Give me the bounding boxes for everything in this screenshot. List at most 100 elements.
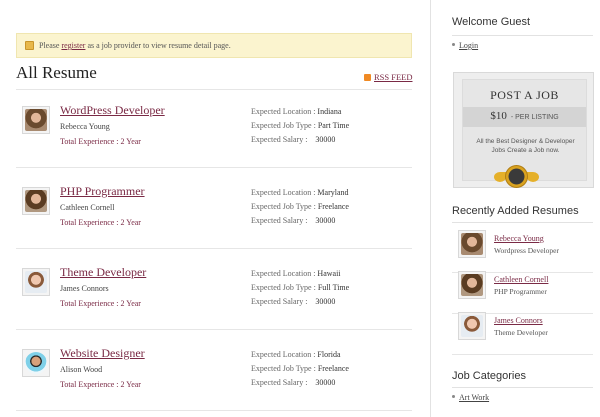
post-a-job-text: All the Best Designer & Developer Jobs C… (476, 138, 575, 154)
expected-location-value: Maryland (317, 188, 349, 197)
category-label: Art Work (459, 393, 490, 402)
expected-job-type: Expected Job Type : Full Time (251, 283, 349, 292)
avatar-photo (25, 271, 47, 293)
expected-salary: Expected Salary : 30000 (251, 378, 335, 387)
expected-location-label: Expected Location : (251, 188, 316, 197)
avatar[interactable] (458, 312, 486, 340)
expected-location: Expected Location : Hawaii (251, 269, 341, 278)
avatar[interactable] (22, 349, 50, 377)
expected-location-label: Expected Location : (251, 350, 316, 359)
welcome-heading: Welcome Guest (452, 16, 531, 28)
register-link[interactable]: register (61, 41, 85, 50)
expected-location-value: Florida (317, 350, 341, 359)
sidebar-divider (452, 387, 593, 388)
expected-salary: Expected Salary : 30000 (251, 135, 335, 144)
expected-location-value: Hawaii (317, 269, 341, 278)
category-link[interactable]: Art Work (452, 393, 489, 402)
job-categories-heading: Job Categories (452, 370, 526, 382)
expected-salary: Expected Salary : 30000 (251, 297, 335, 306)
sidebar: Welcome Guest Login POST A JOB $10- PER … (431, 0, 600, 417)
notice-suffix: as a job provider to view resume detail … (85, 41, 231, 50)
expected-salary-label: Expected Salary : (251, 216, 308, 225)
resume-row: WordPress Developer Rebecca Young Total … (16, 90, 412, 168)
login-link[interactable]: Login (452, 41, 478, 50)
expected-salary-value: 30000 (315, 378, 336, 387)
recent-resume-item: James Connors Theme Developer (452, 311, 593, 355)
avatar[interactable] (22, 187, 50, 215)
resume-experience: Total Experience : 2 Year (60, 299, 141, 308)
expected-location-value: Indiana (317, 107, 342, 116)
recent-resume-job: Theme Developer (494, 328, 548, 337)
expected-job-type-label: Expected Job Type : (251, 283, 316, 292)
resume-row: Theme Developer James Connors Total Expe… (16, 252, 412, 330)
avatar-photo (25, 352, 47, 374)
seal-wing-right (527, 172, 539, 182)
recent-resumes-heading: Recently Added Resumes (452, 205, 579, 217)
recent-resume-name-link[interactable]: Cathleen Cornell (494, 275, 548, 284)
resume-row: PHP Programmer Cathleen Cornell Total Ex… (16, 171, 412, 249)
price-value: $10 (490, 110, 507, 122)
resume-person-name: James Connors (60, 284, 109, 293)
seal-medal (505, 165, 528, 188)
recent-resume-job: Wordpress Developer (494, 246, 559, 255)
resume-title-link[interactable]: WordPress Developer (60, 103, 165, 118)
price-band: $10- PER LISTING (463, 107, 586, 127)
avatar[interactable] (22, 106, 50, 134)
bullet-icon (452, 395, 455, 398)
notice-bar: Please register as a job provider to vie… (16, 33, 412, 58)
price-unit: - PER LISTING (510, 114, 559, 121)
expected-salary-value: 30000 (315, 297, 336, 306)
resume-title-link[interactable]: Website Designer (60, 346, 145, 361)
resume-row: Website Designer Alison Wood Total Exper… (16, 333, 412, 411)
gold-medal-badge-icon (494, 165, 539, 189)
avatar[interactable] (458, 230, 486, 258)
expected-location: Expected Location : Florida (251, 350, 341, 359)
expected-job-type: Expected Job Type : Part Time (251, 121, 349, 130)
post-a-job-box[interactable]: POST A JOB $10- PER LISTING All the Best… (453, 72, 594, 188)
avatar[interactable] (458, 271, 486, 299)
expected-salary-label: Expected Salary : (251, 378, 308, 387)
note-icon (25, 41, 34, 50)
expected-job-type-label: Expected Job Type : (251, 121, 316, 130)
expected-job-type-value: Part Time (317, 121, 350, 130)
sidebar-divider (452, 35, 593, 36)
resume-person-name: Rebecca Young (60, 122, 110, 131)
post-a-job-title: POST A JOB (490, 88, 559, 102)
recent-resume-name-link[interactable]: Rebecca Young (494, 234, 544, 243)
avatar-photo (461, 233, 483, 255)
expected-location-label: Expected Location : (251, 107, 316, 116)
expected-job-type: Expected Job Type : Freelance (251, 364, 349, 373)
expected-salary-value: 30000 (315, 216, 336, 225)
expected-job-type: Expected Job Type : Freelance (251, 202, 349, 211)
recent-resume-item: Cathleen Cornell PHP Programmer (452, 270, 593, 314)
rss-feed-link[interactable]: RSS FEED (364, 72, 413, 82)
resume-title-link[interactable]: Theme Developer (60, 265, 146, 280)
resume-experience: Total Experience : 2 Year (60, 218, 141, 227)
expected-job-type-label: Expected Job Type : (251, 364, 316, 373)
recent-resume-job: PHP Programmer (494, 287, 547, 296)
expected-salary: Expected Salary : 30000 (251, 216, 335, 225)
resume-person-name: Alison Wood (60, 365, 103, 374)
rss-feed-label: RSS FEED (374, 72, 413, 82)
expected-location-label: Expected Location : (251, 269, 316, 278)
avatar-photo (25, 109, 47, 131)
expected-job-type-value: Freelance (317, 202, 349, 211)
resume-title-link[interactable]: PHP Programmer (60, 184, 145, 199)
expected-salary-label: Expected Salary : (251, 297, 308, 306)
main-content: Please register as a job provider to vie… (0, 0, 430, 417)
avatar-photo (461, 274, 483, 296)
expected-job-type-label: Expected Job Type : (251, 202, 316, 211)
avatar[interactable] (22, 268, 50, 296)
page-title: All Resume (16, 63, 97, 82)
expected-location: Expected Location : Maryland (251, 188, 349, 197)
expected-job-type-value: Freelance (317, 364, 349, 373)
resume-experience: Total Experience : 2 Year (60, 380, 141, 389)
expected-salary-value: 30000 (315, 135, 336, 144)
expected-location: Expected Location : Indiana (251, 107, 341, 116)
resume-person-name: Cathleen Cornell (60, 203, 115, 212)
expected-salary-label: Expected Salary : (251, 135, 308, 144)
notice-prefix: Please (39, 41, 62, 50)
recent-resume-name-link[interactable]: James Connors (494, 316, 543, 325)
expected-job-type-value: Full Time (317, 283, 350, 292)
login-label: Login (459, 41, 479, 50)
